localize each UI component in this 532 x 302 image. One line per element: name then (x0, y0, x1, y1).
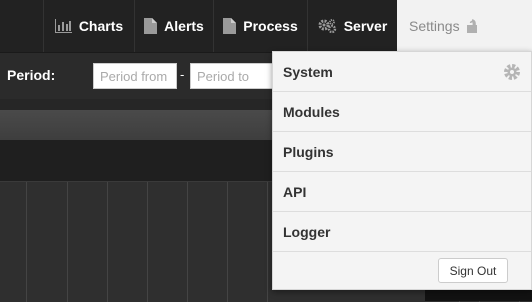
nav-tab-alerts[interactable]: Alerts (134, 0, 213, 52)
grid-line (187, 182, 188, 302)
menu-item-api[interactable]: API (273, 172, 531, 212)
sign-out-button[interactable]: Sign Out (438, 258, 508, 283)
menu-item-logger[interactable]: Logger (273, 212, 531, 252)
document-icon (144, 18, 158, 34)
nav-tab-server[interactable]: Server (307, 0, 397, 52)
nav-tab-label: Server (343, 18, 388, 34)
gears-icon (318, 18, 337, 34)
grid-line (267, 182, 268, 302)
period-label: Period: (7, 67, 56, 83)
nav-tab-process[interactable]: Process (213, 0, 307, 52)
gear-icon[interactable] (503, 63, 521, 84)
nav-tab-label: Process (243, 18, 298, 34)
nav-tab-label: Alerts (164, 18, 204, 34)
nav-tab-charts[interactable]: Charts (43, 0, 134, 52)
period-separator: - (180, 67, 185, 82)
top-navigation-bar: Charts Alerts Process Server Settings (0, 0, 532, 53)
grid-line (107, 182, 108, 302)
period-from-input[interactable] (93, 63, 177, 89)
nav-tab-label: Charts (78, 18, 124, 34)
nav-tab-settings[interactable]: Settings (397, 0, 532, 52)
grid-line (227, 182, 228, 302)
menu-item-label: Logger (283, 223, 331, 240)
bar-chart-icon (54, 19, 72, 33)
menu-item-label: Modules (283, 103, 340, 120)
unlock-icon (466, 18, 478, 34)
settings-dropdown-menu: System Modules Plugins API Logger Sign O… (272, 51, 532, 290)
period-to-input[interactable] (190, 63, 280, 89)
menu-item-label: API (283, 183, 307, 200)
menu-item-label: System (283, 63, 333, 80)
menu-item-system[interactable]: System (273, 52, 531, 92)
document-icon (223, 18, 237, 34)
menu-item-plugins[interactable]: Plugins (273, 132, 531, 172)
grid-line (26, 182, 27, 302)
nav-tab-label: Settings (409, 18, 460, 34)
menu-item-modules[interactable]: Modules (273, 92, 531, 132)
grid-line (67, 182, 68, 302)
menu-item-label: Plugins (283, 143, 334, 160)
grid-line (147, 182, 148, 302)
